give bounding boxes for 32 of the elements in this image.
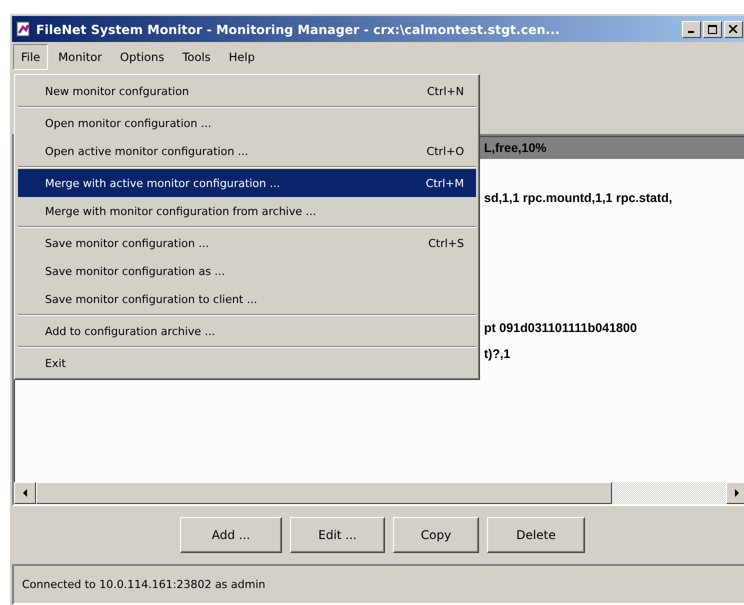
action-button[interactable]: Copy [393,517,479,553]
menu-bar-item[interactable]: File [13,44,48,70]
app-icon [15,21,31,37]
left-arrow-icon [22,489,28,497]
menu-item[interactable]: Open active monitor configuration ... Ctrl+O [18,137,476,165]
menu-bar-item[interactable]: Options [112,44,172,70]
scroll-right-button[interactable] [726,482,744,504]
maximize-button[interactable] [703,20,722,38]
window-title: FileNet System Monitor - Monitoring Manager - crx:\calmontest.stgt.cen... [36,22,561,36]
menu-item[interactable]: Save monitor configuration as ... [18,257,476,285]
minimize-button[interactable] [682,20,701,38]
maximize-icon [708,24,718,34]
action-button[interactable]: Edit ... [290,517,385,553]
action-button[interactable]: Add ... [180,517,282,553]
menu-bar-item[interactable]: Tools [174,44,219,70]
menu-item[interactable]: Save monitor configuration to client ... [18,285,476,313]
scrollbar-thumb[interactable] [36,482,612,504]
menu-bar-item[interactable]: Help [220,44,263,70]
scroll-left-button[interactable] [14,482,36,504]
menu-item[interactable]: Merge with active monitor configuration ... Ctrl+M [18,169,476,197]
menu-bar-item[interactable]: Monitor [50,44,110,70]
right-arrow-icon [734,489,740,497]
menu-item[interactable]: Add to configuration archive ... [18,317,476,345]
menu-item[interactable]: Exit [18,349,476,377]
menu-item[interactable]: Save monitor configuration ... Ctrl+S [18,229,476,257]
close-icon [729,25,738,33]
menu-item[interactable]: Open monitor configuration ... [18,109,476,137]
close-button[interactable] [724,20,743,38]
action-button[interactable]: Delete [487,517,585,553]
menu-item[interactable]: New monitor confguration Ctrl+N [18,77,476,105]
menu-item[interactable]: Merge with monitor configuration from archive ... [18,197,476,225]
status-text: Connected to 10.0.114.161:23802 as admin [22,578,266,591]
